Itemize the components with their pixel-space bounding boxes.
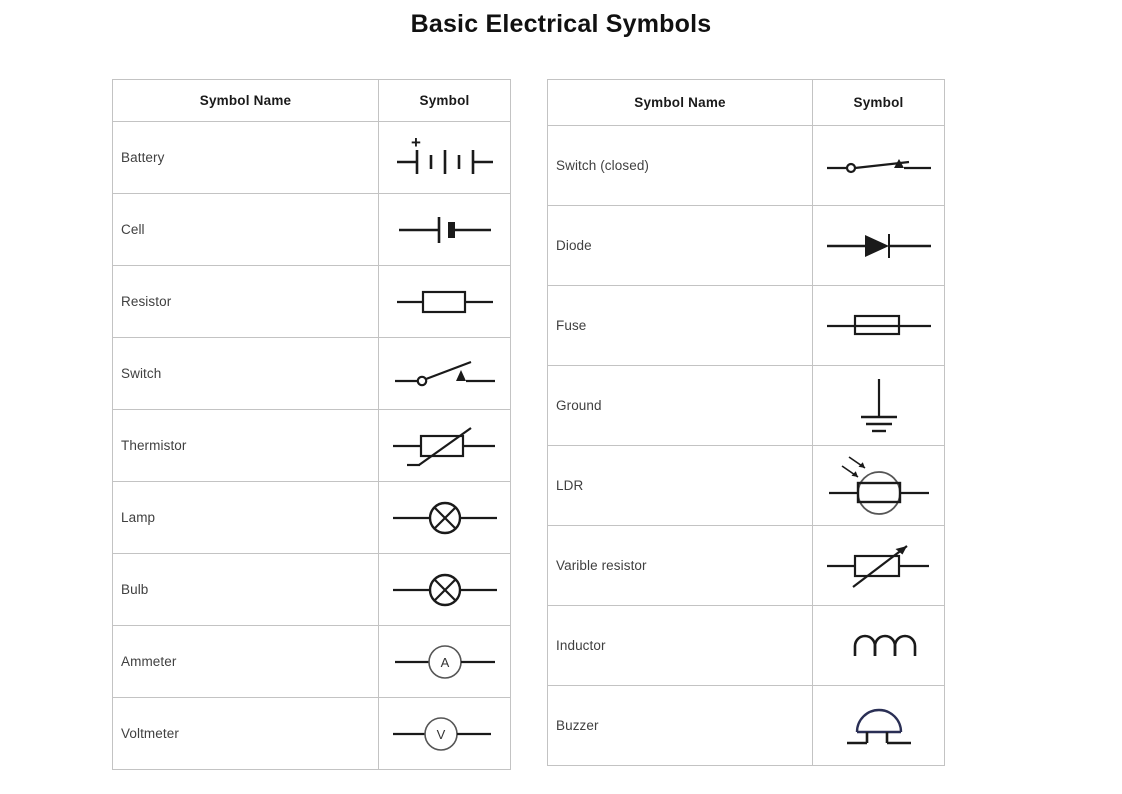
symbol-cell xyxy=(812,525,945,606)
symbol-cell: + xyxy=(378,121,511,194)
ammeter-letter: A xyxy=(440,655,449,670)
resistor-symbol xyxy=(396,290,493,313)
symbol-name-cell: Voltmeter xyxy=(112,697,379,770)
symbol-name-cell: Fuse xyxy=(547,285,813,366)
battery-symbol: + xyxy=(396,133,493,174)
symbol-name-cell: Ammeter xyxy=(112,625,379,698)
table-row: Voltmeter V xyxy=(112,697,511,770)
symbol-name-cell: Thermistor xyxy=(112,409,379,482)
table-row: Fuse xyxy=(547,285,945,366)
symbol-name-cell: Buzzer xyxy=(547,685,813,766)
symbol-cell: A xyxy=(378,625,511,698)
symbol-cell xyxy=(812,605,945,686)
voltmeter-symbol: V xyxy=(392,716,491,751)
symbol-name-cell: Inductor xyxy=(547,605,813,686)
symbol-cell xyxy=(378,409,511,482)
symbol-cell xyxy=(812,685,945,766)
symbol-cell xyxy=(812,125,945,206)
table-header-row: Symbol Name Symbol xyxy=(547,79,945,126)
table-row: Ammeter A xyxy=(112,625,511,698)
symbol-cell xyxy=(378,481,511,554)
table-row: Inductor xyxy=(547,605,945,686)
table-row: LDR xyxy=(547,445,945,526)
ammeter-symbol: A xyxy=(394,644,495,679)
ground-symbol xyxy=(860,378,897,432)
symbol-name-cell: Lamp xyxy=(112,481,379,554)
symbol-name-cell: Varible resistor xyxy=(547,525,813,606)
table-row: Bulb xyxy=(112,553,511,626)
switch-closed-symbol xyxy=(826,158,931,173)
symbol-cell xyxy=(812,205,945,286)
symbol-cell xyxy=(378,265,511,338)
symbol-cell: V xyxy=(378,697,511,770)
symbol-name-cell: Bulb xyxy=(112,553,379,626)
table-row: Switch (closed) xyxy=(547,125,945,206)
column-header-symbol: Symbol xyxy=(812,79,945,126)
symbol-name-cell: Diode xyxy=(547,205,813,286)
table-row: Varible resistor xyxy=(547,525,945,606)
table-row: Thermistor xyxy=(112,409,511,482)
inductor-symbol xyxy=(853,634,916,656)
svg-text:+: + xyxy=(411,133,421,152)
table-row: Ground xyxy=(547,365,945,446)
symbol-cell xyxy=(812,285,945,366)
symbol-cell xyxy=(378,337,511,410)
switch-open-symbol xyxy=(394,360,495,386)
symbols-table-right: Symbol Name Symbol Switch (closed) Diode… xyxy=(547,79,945,766)
table-row: Switch xyxy=(112,337,511,410)
symbol-name-cell: Ground xyxy=(547,365,813,446)
symbol-cell xyxy=(812,365,945,446)
diode-symbol xyxy=(826,233,931,258)
table-row: Buzzer xyxy=(547,685,945,766)
light-arrows-icon xyxy=(841,455,865,478)
voltmeter-letter: V xyxy=(436,727,445,742)
symbol-name-cell: Cell xyxy=(112,193,379,266)
lamp-symbol xyxy=(392,501,497,534)
thermistor-symbol xyxy=(392,426,495,466)
symbol-name-cell: Resistor xyxy=(112,265,379,338)
symbol-name-cell: Switch (closed) xyxy=(547,125,813,206)
column-header-symbol-name: Symbol Name xyxy=(112,79,379,122)
ldr-symbol xyxy=(828,455,929,515)
table-header-row: Symbol Name Symbol xyxy=(112,79,511,122)
page-title: Basic Electrical Symbols xyxy=(410,10,712,38)
symbol-name-cell: LDR xyxy=(547,445,813,526)
symbol-cell xyxy=(812,445,945,526)
buzzer-symbol xyxy=(846,708,911,744)
symbols-table-left: Symbol Name Symbol Battery + Cell Resist… xyxy=(112,79,511,770)
symbol-cell xyxy=(378,193,511,266)
table-row: Battery + xyxy=(112,121,511,194)
symbol-name-cell: Battery xyxy=(112,121,379,194)
bulb-symbol xyxy=(392,573,497,606)
column-header-symbol: Symbol xyxy=(378,79,511,122)
table-row: Resistor xyxy=(112,265,511,338)
variable-resistor-symbol xyxy=(826,544,929,588)
column-header-symbol-name: Symbol Name xyxy=(547,79,813,126)
symbol-name-cell: Switch xyxy=(112,337,379,410)
table-row: Diode xyxy=(547,205,945,286)
fuse-symbol xyxy=(826,314,931,335)
table-row: Cell xyxy=(112,193,511,266)
cell-symbol xyxy=(398,216,491,243)
symbol-cell xyxy=(378,553,511,626)
table-row: Lamp xyxy=(112,481,511,554)
